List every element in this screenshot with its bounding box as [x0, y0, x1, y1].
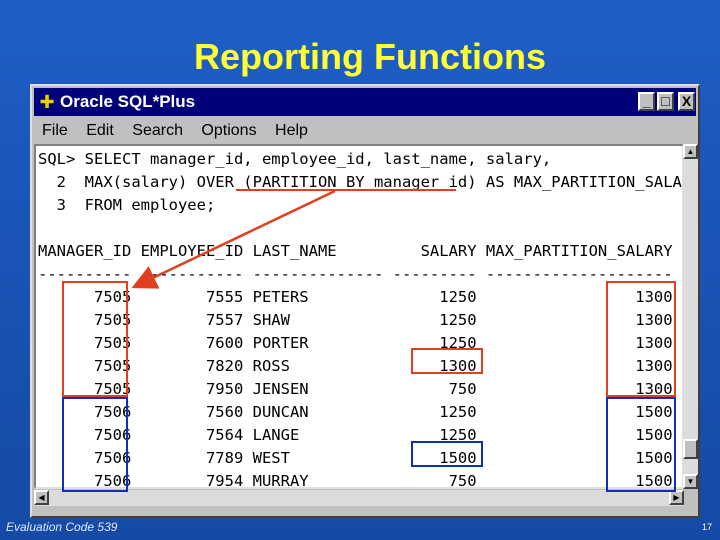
- menu-file[interactable]: File: [42, 122, 68, 139]
- sqlplus-app-icon: ✚: [39, 92, 55, 112]
- result-header: MANAGER_ID EMPLOYEE_ID LAST_NAME SALARY …: [38, 242, 673, 260]
- slide-title: Reporting Functions: [194, 36, 546, 77]
- partition-max-1500-highlight: [606, 397, 676, 492]
- menu-bar: File Edit Search Options Help: [34, 118, 696, 144]
- query-line: SQL> SELECT manager_id, employee_id, las…: [38, 150, 552, 168]
- scroll-left-arrow-icon[interactable]: ◀: [34, 490, 49, 505]
- sql-console-output[interactable]: SQL> SELECT manager_id, employee_id, las…: [34, 144, 684, 489]
- query-line: 3 FROM employee;: [38, 196, 216, 214]
- evaluation-footer: Evaluation Code 539: [6, 520, 118, 534]
- table-row: 7505 7600 PORTER 1250 1300: [93, 334, 673, 352]
- horizontal-scrollbar[interactable]: ◀ ▶: [34, 490, 684, 506]
- partition-max-1300-highlight: [606, 281, 676, 397]
- manager-7505-highlight: [62, 281, 128, 397]
- minimize-button[interactable]: _: [638, 92, 655, 111]
- table-row: 7505 7820 ROSS 1300 1300: [93, 357, 673, 375]
- table-row: 7506 7789 WEST 1500 1500: [93, 449, 673, 467]
- scroll-up-arrow-icon[interactable]: ▲: [683, 144, 698, 159]
- menu-search[interactable]: Search: [132, 122, 183, 139]
- table-row: 7506 7560 DUNCAN 1250 1500: [93, 403, 673, 421]
- menu-options[interactable]: Options: [201, 122, 256, 139]
- manager-7506-highlight: [62, 397, 128, 492]
- max-salary-7506-highlight: [411, 441, 483, 467]
- table-row: 7506 7954 MURRAY 750 1500: [38, 472, 673, 489]
- window-titlebar[interactable]: ✚ Oracle SQL*Plus _ □ X: [34, 88, 696, 116]
- maximize-button[interactable]: □: [657, 92, 674, 111]
- partition-by-underline: [236, 189, 456, 191]
- result-separator: ---------- ----------- -------------- --…: [38, 265, 673, 283]
- table-row: 7505 7557 SHAW 1250 1300: [93, 311, 673, 329]
- menu-edit[interactable]: Edit: [86, 122, 114, 139]
- menu-help[interactable]: Help: [275, 122, 308, 139]
- table-row: 7505 7555 PETERS 1250 1300: [93, 288, 673, 306]
- close-button[interactable]: X: [678, 92, 695, 111]
- table-row: 7506 7564 LANGE 1250 1500: [93, 426, 673, 444]
- vertical-scrollbar[interactable]: ▲ ▼: [683, 144, 698, 489]
- scroll-down-arrow-icon[interactable]: ▼: [683, 474, 698, 489]
- scroll-right-arrow-icon[interactable]: ▶: [669, 490, 684, 505]
- page-number: 17: [702, 522, 713, 532]
- vertical-scroll-thumb[interactable]: [683, 439, 698, 459]
- window-title: Oracle SQL*Plus: [60, 92, 196, 111]
- sqlplus-window: ✚ Oracle SQL*Plus _ □ X File Edit Search…: [30, 84, 700, 518]
- table-row: 7505 7950 JENSEN 750 1300: [93, 380, 673, 398]
- result-rows: 7505 7555 PETERS 1250 1300 7505 7557 SHA…: [38, 288, 673, 489]
- max-salary-7505-highlight: [411, 348, 483, 374]
